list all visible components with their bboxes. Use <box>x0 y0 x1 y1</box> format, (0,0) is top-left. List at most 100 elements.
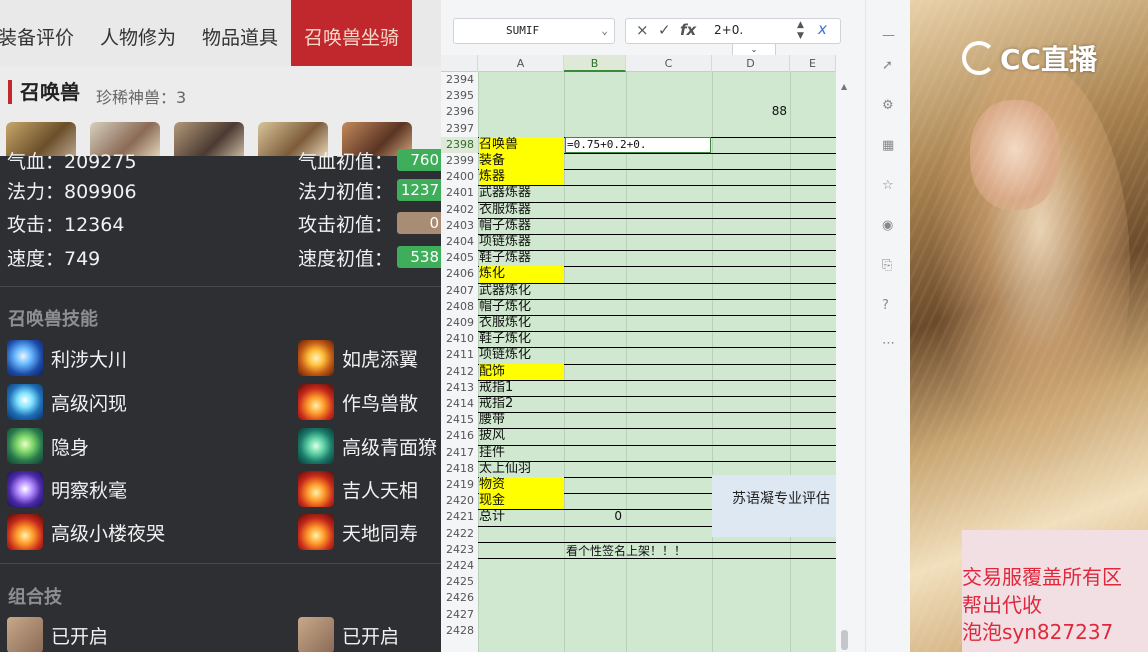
pointer-icon[interactable]: ➚ <box>882 58 893 73</box>
skill-item[interactable]: 作鸟兽散 <box>298 384 418 420</box>
tab-equipment-eval[interactable]: 装备评价 <box>0 0 87 66</box>
column-header[interactable]: A <box>478 55 564 72</box>
skill-item[interactable]: 明察秋毫 <box>7 471 127 507</box>
vertical-scrollbar[interactable]: ▲ <box>841 82 849 652</box>
cell-a[interactable]: 衣服炼器 <box>479 202 564 218</box>
row-number[interactable]: 2424 <box>441 558 478 575</box>
row-number[interactable]: 2394 <box>441 72 478 89</box>
row-number[interactable]: 2403 <box>441 217 478 234</box>
cell-grid[interactable]: 2394 2395 2396 88 2397 2398 召唤兽 2399 装备 2400 炼器 240… <box>441 72 836 652</box>
cell-a[interactable]: 披风 <box>479 428 564 444</box>
cell-a[interactable]: 帽子炼化 <box>479 299 564 315</box>
row-number[interactable]: 2395 <box>441 88 478 105</box>
cell-d[interactable]: 88 <box>712 104 787 118</box>
chevron-down-icon[interactable]: ⌄ <box>601 19 608 43</box>
cell-a[interactable]: 鞋子炼器 <box>479 250 564 266</box>
row-number[interactable]: 2427 <box>441 606 478 623</box>
function-icon[interactable]: fx <box>680 21 696 39</box>
skill-item[interactable]: 隐身 <box>7 428 89 464</box>
confirm-icon[interactable]: ✓ <box>658 21 671 39</box>
cell-a[interactable]: 戒指1 <box>479 380 564 396</box>
tab-items[interactable]: 物品道具 <box>189 0 291 66</box>
cancel-icon[interactable]: × <box>636 21 649 39</box>
cell-a[interactable]: 武器炼化 <box>479 283 564 299</box>
pet-thumbnail[interactable] <box>174 122 244 156</box>
column-header[interactable]: E <box>790 55 836 72</box>
corner-cell[interactable] <box>441 55 478 72</box>
row-number[interactable]: 2420 <box>441 493 478 510</box>
skill-item[interactable]: 高级小楼夜哭 <box>7 514 165 550</box>
row-number[interactable]: 2428 <box>441 622 478 639</box>
row-number[interactable]: 2405 <box>441 250 478 267</box>
cell-a[interactable]: 挂件 <box>479 445 564 461</box>
name-box[interactable]: SUMIF ⌄ <box>453 18 615 44</box>
row-number[interactable]: 2417 <box>441 444 478 461</box>
row-number[interactable]: 2413 <box>441 379 478 396</box>
cell-a[interactable]: 总计 <box>479 509 564 525</box>
tab-summon-mount[interactable]: 召唤兽坐骑 <box>291 0 413 66</box>
column-header[interactable]: C <box>626 55 712 72</box>
row-number[interactable]: 2422 <box>441 525 478 542</box>
cell-a[interactable]: 腰带 <box>479 412 564 428</box>
cell-a[interactable]: 装备 <box>479 153 564 170</box>
row-number[interactable]: 2402 <box>441 201 478 218</box>
cell-a[interactable]: 炼器 <box>479 169 564 186</box>
minus-icon[interactable]: — <box>882 28 895 43</box>
cell-a[interactable]: 衣服炼化 <box>479 315 564 331</box>
skill-item[interactable]: 吉人天相 <box>298 471 418 507</box>
row-number[interactable]: 2397 <box>441 120 478 137</box>
cell-b[interactable]: 0 <box>564 509 622 523</box>
row-number[interactable]: 2401 <box>441 185 478 202</box>
row-number[interactable]: 2399 <box>441 153 478 170</box>
cell-a[interactable]: 太上仙羽 <box>479 461 564 477</box>
more-icon[interactable]: ⋯ <box>882 336 895 351</box>
column-header[interactable]: D <box>712 55 790 72</box>
cell-a[interactable]: 炼化 <box>479 266 564 283</box>
cell-a[interactable]: 配饰 <box>479 363 564 380</box>
row-number[interactable]: 2414 <box>441 396 478 413</box>
row-number[interactable]: 2410 <box>441 331 478 348</box>
bot-icon[interactable]: ◉ <box>882 218 893 233</box>
cell-a[interactable]: 帽子炼器 <box>479 218 564 234</box>
combo-item[interactable]: 已开启 <box>7 617 108 652</box>
row-number[interactable]: 2396 <box>441 104 478 121</box>
combo-item[interactable]: 已开启 <box>298 617 399 652</box>
skill-item[interactable]: 利涉大川 <box>7 340 127 376</box>
row-number[interactable]: 2421 <box>441 509 478 526</box>
scroll-up-icon[interactable]: ▲ <box>841 82 849 91</box>
cell-a[interactable]: 物资 <box>479 477 564 494</box>
skill-item[interactable]: 如虎添翼 <box>298 340 418 376</box>
cell-a[interactable]: 项链炼器 <box>479 234 564 250</box>
formula-x-icon[interactable]: x <box>818 20 827 38</box>
doc-search-icon[interactable]: ⎘ <box>882 258 892 273</box>
help-icon[interactable]: ? <box>882 298 889 313</box>
row-number[interactable]: 2423 <box>441 541 478 558</box>
cell-a[interactable]: 项链炼化 <box>479 347 564 363</box>
row-number[interactable]: 2408 <box>441 298 478 315</box>
row-number[interactable]: 2418 <box>441 460 478 477</box>
row-number[interactable]: 2407 <box>441 282 478 299</box>
tab-character-cultivation[interactable]: 人物修为 <box>87 0 189 66</box>
row-number[interactable]: 2412 <box>441 363 478 380</box>
row-number[interactable]: 2404 <box>441 234 478 251</box>
skill-item[interactable]: 高级青面獠 <box>298 428 437 464</box>
row-number[interactable]: 2411 <box>441 347 478 364</box>
row-number[interactable]: 2415 <box>441 412 478 429</box>
row-number[interactable]: 2425 <box>441 574 478 591</box>
cell-a[interactable]: 鞋子炼化 <box>479 331 564 347</box>
star-icon[interactable]: ☆ <box>882 178 894 193</box>
cell-bc[interactable]: 看个性签名上架！！！ <box>566 543 712 559</box>
row-number[interactable]: 2419 <box>441 477 478 494</box>
cell-a[interactable]: 召唤兽 <box>479 136 564 153</box>
row-number[interactable]: 2426 <box>441 590 478 607</box>
row-number[interactable]: 2398 <box>441 136 478 153</box>
formula-input[interactable]: × ✓ fx 2+0. <box>625 18 841 44</box>
skill-item[interactable]: 高级闪现 <box>7 384 127 420</box>
spin-arrows-icon[interactable]: ▲ ▼ <box>797 20 804 42</box>
active-cell-editor[interactable]: =0.75+0.2+0. <box>565 136 711 153</box>
scroll-thumb[interactable] <box>841 630 848 650</box>
row-number[interactable]: 2416 <box>441 428 478 445</box>
table-icon[interactable]: ▦ <box>882 138 894 153</box>
sliders-icon[interactable]: ⚙ <box>882 98 894 113</box>
cell-a[interactable]: 现金 <box>479 493 564 510</box>
